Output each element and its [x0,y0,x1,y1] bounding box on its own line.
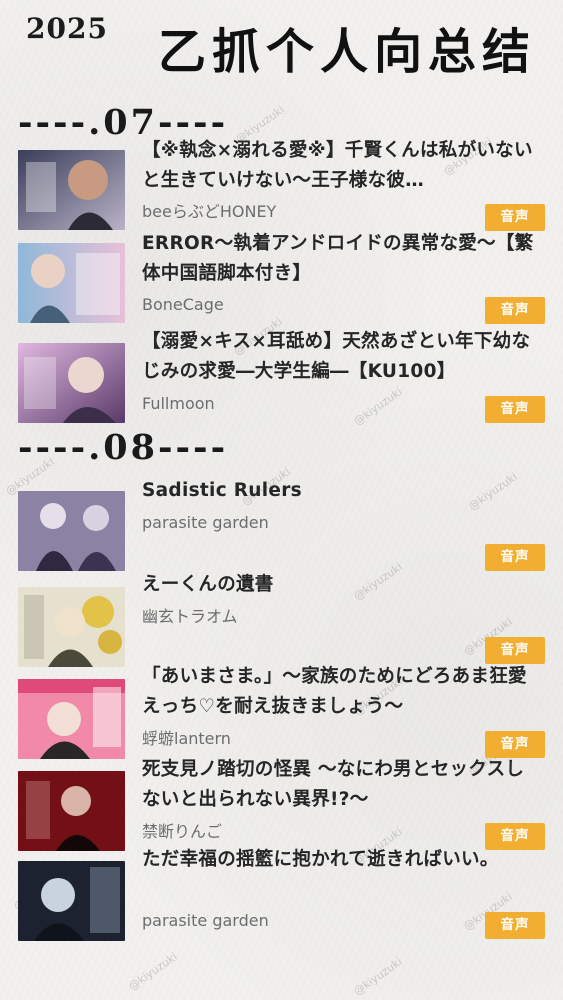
entry-title: ERROR～執着アンドロイドの異常な愛～【繁体中国語脚本付き】 [142,233,534,284]
entry-circle: beeらぶどHONEY [142,202,277,221]
entry-title: Sadistic Rulers [142,480,302,501]
cover-image [18,771,125,851]
entry-title: ただ幸福の揺籃に抱かれて逝きればいい。 [142,849,499,870]
watermark: @kiyuzuki [126,950,180,993]
entry-circle: 幽玄トラオム [142,607,238,626]
cover-image [18,243,125,323]
entry-circle: parasite garden [142,513,269,532]
month-heading-08: ----.08---- [18,427,229,468]
entry-title: 「あいまさま。」～家族のためにどろあま狂愛えっち♡を耐え抜きましょう～ [142,666,527,717]
audio-badge: 音声 [485,731,545,758]
entry-circle: BoneCage [142,295,224,314]
audio-badge: 音声 [485,544,545,571]
entry-circle: 禁断りんご [142,822,223,841]
year-label: 2025 [26,12,108,45]
audio-badge: 音声 [485,204,545,231]
cover-image [18,150,125,230]
entry-title: 【※執念×溺れる愛※】千賢くんは私がいないと生きていけない～王子様な彼… [142,140,533,191]
entry-circle: 蜉蝣lantern [142,729,231,748]
cover-image [18,587,125,667]
watermark: @kiyuzuki [351,385,405,428]
page-title: 乙抓个人向总结 [158,24,537,80]
cover-image [18,679,125,759]
audio-badge: 音声 [485,297,545,324]
audio-badge: 音声 [485,637,545,664]
entry-title: えーくんの遺書 [142,574,274,595]
cover-image [18,861,125,941]
watermark: @kiyuzuki [351,955,405,998]
cover-image [18,491,125,571]
entry-title: 【溺愛×キス×耳舐め】天然あざとい年下幼なじみの求愛―大学生編―【KU100】 [142,331,531,382]
entry-circle: Fullmoon [142,394,215,413]
audio-badge: 音声 [485,396,545,423]
entry-title: 死支見ノ踏切の怪異 ～なにわ男とセックスしないと出られない異界!?～ [142,759,525,810]
entry-circle: parasite garden [142,911,269,930]
cover-image [18,343,125,423]
audio-badge: 音声 [485,912,545,939]
